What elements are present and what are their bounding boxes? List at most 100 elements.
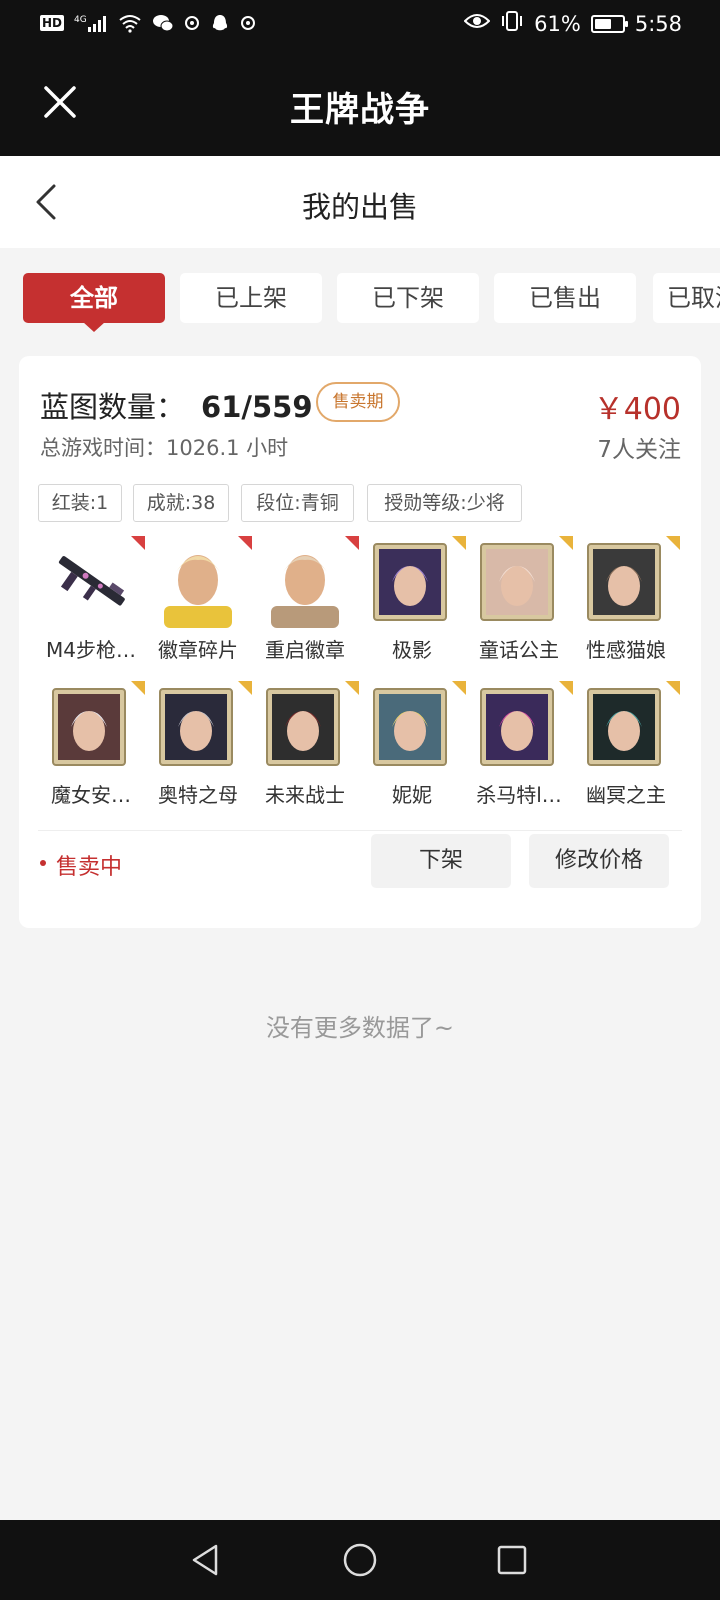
portrait-icon	[370, 536, 454, 628]
divider	[38, 830, 682, 831]
listing-card[interactable]: 蓝图数量： 61/559 售卖期 ￥400 总游戏时间：1026.1 小时 7人关…	[19, 356, 701, 928]
eye-icon	[463, 11, 491, 36]
tab-cancelled[interactable]: 已取消	[653, 273, 720, 323]
portrait-icon	[263, 681, 347, 773]
portrait-icon	[370, 681, 454, 773]
portrait-icon	[156, 681, 240, 773]
delist-button[interactable]: 下架	[371, 834, 511, 888]
item-label: 魔女安…	[51, 783, 131, 807]
circle-home-icon	[343, 1543, 377, 1577]
clock: 5:58	[634, 11, 682, 36]
rarity-corner	[238, 536, 252, 550]
tag: 段位:青铜	[241, 484, 354, 522]
listing-price: ￥400	[593, 392, 681, 427]
listing-title: 蓝图数量： 61/559	[40, 384, 313, 426]
app-icon-2	[240, 13, 256, 33]
portrait-icon	[584, 536, 668, 628]
item-card[interactable]: 重启徽章	[251, 536, 359, 676]
tab-delisted[interactable]: 已下架	[337, 273, 479, 323]
item-label: 极影	[392, 638, 432, 662]
rarity-corner	[666, 681, 680, 695]
portrait-icon	[49, 681, 133, 773]
qq-icon	[210, 13, 230, 33]
item-card[interactable]: 未来战士	[251, 681, 359, 821]
tab-sold[interactable]: 已售出	[494, 273, 636, 323]
item-label: 杀马特l…	[476, 783, 562, 807]
status-left-icons: HD 4G	[40, 13, 256, 33]
item-label: 奥特之母	[158, 783, 238, 807]
filter-tabs: 全部 已上架 已下架 已售出 已取消	[23, 273, 720, 333]
nav-recents-button[interactable]	[492, 1540, 532, 1580]
wifi-icon	[118, 13, 142, 33]
item-label: 幽冥之主	[586, 783, 666, 807]
wechat-icon	[152, 13, 174, 33]
item-grid: M4步枪… 徽章碎片 重启徽章 极影 童话公主 性感猫娘魔女安… 奥特之母 未来战士 妮妮 杀马特…	[37, 536, 681, 826]
listing-status: 售卖中	[56, 855, 123, 880]
avatar-icon	[263, 536, 347, 628]
rarity-corner	[559, 536, 573, 550]
page-header: 我的出售	[0, 156, 720, 248]
item-label: 徽章碎片	[158, 638, 238, 662]
battery-icon	[590, 14, 628, 33]
edit-price-button[interactable]: 修改价格	[529, 834, 669, 888]
item-label: 妮妮	[392, 783, 432, 807]
svg-text:4G: 4G	[74, 15, 87, 25]
item-card[interactable]: 徽章碎片	[144, 536, 252, 676]
app-title-bar: 王牌战争	[0, 50, 720, 156]
item-card[interactable]: M4步枪…	[37, 536, 145, 676]
tab-all[interactable]: 全部	[23, 273, 165, 332]
nav-back-button[interactable]	[186, 1540, 226, 1580]
item-card[interactable]: 魔女安…	[37, 681, 145, 821]
item-card[interactable]: 奥特之母	[144, 681, 252, 821]
item-card[interactable]: 妮妮	[358, 681, 466, 821]
system-nav-bar	[0, 1520, 720, 1600]
blueprint-label: 蓝图数量：	[40, 390, 186, 424]
rifle-icon	[49, 536, 133, 628]
item-card[interactable]: 极影	[358, 536, 466, 676]
item-label: M4步枪…	[46, 638, 136, 662]
tag: 红装:1	[38, 484, 122, 522]
item-card[interactable]: 幽冥之主	[572, 681, 680, 821]
app-icon	[184, 13, 200, 33]
rarity-corner	[452, 681, 466, 695]
rarity-corner	[238, 681, 252, 695]
item-card[interactable]: 童话公主	[465, 536, 573, 676]
battery-percent: 61%	[534, 11, 581, 36]
item-label: 重启徽章	[265, 638, 345, 662]
tag: 成就:38	[133, 484, 229, 522]
status-bar: HD 4G 61% 5:58	[0, 0, 720, 50]
item-card[interactable]: 性感猫娘	[572, 536, 680, 676]
portrait-icon	[477, 681, 561, 773]
hd-icon: HD	[40, 15, 65, 31]
rarity-corner	[131, 681, 145, 695]
item-label: 性感猫娘	[586, 638, 666, 662]
rarity-corner	[666, 536, 680, 550]
status-dot	[40, 860, 46, 866]
triangle-back-icon	[192, 1544, 218, 1576]
portrait-icon	[584, 681, 668, 773]
nav-home-button[interactable]	[340, 1540, 380, 1580]
page-title: 我的出售	[301, 190, 418, 224]
rarity-corner	[345, 681, 359, 695]
signal-icon: 4G	[74, 13, 108, 33]
tag: 授勋等级:少将	[367, 484, 522, 522]
sale-period-badge: 售卖期	[316, 382, 400, 422]
followers-count: 7人关注	[597, 437, 681, 463]
status-right-icons: 61% 5:58	[463, 10, 682, 37]
portrait-icon	[477, 536, 561, 628]
item-label: 未来战士	[265, 783, 345, 807]
item-card[interactable]: 杀马特l…	[465, 681, 573, 821]
rarity-corner	[559, 681, 573, 695]
rarity-corner	[452, 536, 466, 550]
rarity-corner	[131, 536, 145, 550]
item-label: 童话公主	[479, 638, 559, 662]
rarity-corner	[345, 536, 359, 550]
playtime: 总游戏时间：1026.1 小时	[40, 436, 289, 460]
no-more-data: 没有更多数据了~	[265, 1014, 455, 1042]
battery-fill	[594, 18, 611, 29]
app-title: 王牌战争	[290, 90, 430, 130]
tab-listed[interactable]: 已上架	[180, 273, 322, 323]
vibrate-icon	[500, 10, 524, 37]
square-recents-icon	[497, 1545, 527, 1575]
blueprint-count: 61/559	[201, 390, 313, 424]
